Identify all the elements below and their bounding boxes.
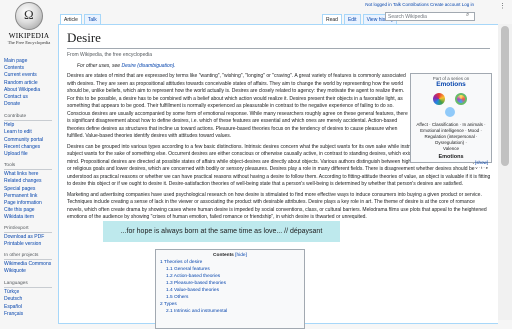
lang-french[interactable]: Français: [4, 311, 52, 318]
toc-item[interactable]: 1.1 General features: [166, 266, 300, 273]
nav-projects: In other projects Wikimedia Commons Wiki…: [4, 252, 52, 276]
nav-page-information[interactable]: Page information: [4, 200, 52, 207]
toc-item[interactable]: 2 Types: [160, 301, 300, 308]
nav-contact[interactable]: Contact us: [4, 94, 40, 101]
paragraph-3: Marketing and advertising companies have…: [67, 191, 487, 221]
nav-print: Print/export Download as PDF Printable v…: [4, 225, 52, 249]
nav-wikidata-item[interactable]: Wikidata item: [4, 214, 52, 221]
nav-community-portal[interactable]: Community portal: [4, 137, 52, 144]
more-menu-icon[interactable]: ⋮: [499, 2, 506, 10]
scrollbar-thumb[interactable]: [501, 26, 509, 166]
infobox-links-3[interactable]: Regulation (interpersonal · Dysregulatio…: [411, 134, 491, 146]
infobox-links-4[interactable]: Valence: [411, 146, 491, 152]
toc-item[interactable]: 1.2 Action-based theories: [166, 273, 300, 280]
page-title: Desire: [67, 30, 490, 49]
logo-tagline: The Free Encyclopedia: [7, 40, 51, 45]
nav-main-page[interactable]: Main page: [4, 58, 40, 65]
nav-what-links-here[interactable]: What links here: [4, 171, 52, 178]
emotion-wheel-image[interactable]: [433, 91, 469, 121]
nav-donate[interactable]: Donate: [4, 101, 40, 108]
nav-tools: Tools What links here Related changes Sp…: [4, 162, 52, 222]
infobox-vte[interactable]: v · t · e: [411, 165, 491, 170]
nav-download-pdf[interactable]: Download as PDF: [4, 234, 52, 241]
projects-heading: In other projects: [4, 252, 52, 261]
nav-contents[interactable]: Contents: [4, 65, 40, 72]
print-heading: Print/export: [4, 225, 52, 234]
nav-contribute: Contribute Help Learn to edit Community …: [4, 113, 52, 158]
search-icon[interactable]: ⌕: [466, 12, 475, 21]
namespace-tabs: Article Talk: [60, 14, 101, 25]
hatnote: For other uses, see Desire (disambiguati…: [77, 63, 490, 69]
nav-languages: Languages Türkçe Deutsch Español Françai…: [4, 280, 52, 318]
hatnote-link[interactable]: Desire (disambiguation).: [121, 63, 175, 69]
infobox-topic[interactable]: Emotions: [411, 81, 491, 88]
lang-german[interactable]: Deutsch: [4, 296, 52, 303]
nav-permanent-link[interactable]: Permanent link: [4, 193, 52, 200]
infobox-links[interactable]: Affect · Classification · In animals · E…: [411, 122, 491, 152]
wikipedia-logo[interactable]: Ω WIKIPEDIA The Free Encyclopedia: [4, 2, 54, 52]
search-input[interactable]: Search Wikipedia: [385, 12, 475, 21]
toc-item[interactable]: 1.5 Others: [166, 294, 300, 301]
toc-item[interactable]: 2.1 Intrinsic and instrumental: [166, 308, 300, 315]
contribute-heading: Contribute: [4, 113, 52, 122]
lead-text: Desires are states of mind that are expr…: [67, 73, 412, 141]
user-links[interactable]: Not logged in Talk Contributions Create …: [365, 2, 474, 7]
toc-title: Contents [hide]: [213, 253, 247, 258]
toc-item[interactable]: 1.4 Value-based theories: [166, 287, 300, 294]
nav-special-pages[interactable]: Special pages: [4, 186, 52, 193]
nav-wikiquote[interactable]: Wikiquote: [4, 268, 52, 275]
nav-main: Main page Contents Current events Random…: [4, 58, 40, 108]
nav-upload-file[interactable]: Upload file: [4, 151, 52, 158]
logo-wordmark: WIKIPEDIA: [8, 32, 50, 40]
globe-icon: Ω: [15, 2, 43, 30]
toc-item[interactable]: 1.3 Pleasure-based theories: [166, 280, 300, 287]
lang-spanish[interactable]: Español: [4, 304, 52, 311]
toc-hide-toggle[interactable]: [hide]: [235, 253, 247, 258]
nav-wikimedia-commons[interactable]: Wikimedia Commons: [4, 261, 52, 268]
table-of-contents: Contents [hide] 1 Theories of desire 1.1…: [155, 249, 305, 329]
paragraph-1: Desires are states of mind that are expr…: [67, 73, 408, 139]
page-subtitle: From Wikipedia, the free encyclopedia: [67, 52, 153, 58]
nav-related-changes[interactable]: Related changes: [4, 178, 52, 185]
languages-heading: Languages: [4, 280, 52, 289]
nav-printable-version[interactable]: Printable version: [4, 241, 52, 248]
infobox-emotions: Part of a series on Emotions Affect · Cl…: [410, 73, 492, 170]
nav-cite-this-page[interactable]: Cite this page: [4, 207, 52, 214]
tools-heading: Tools: [4, 162, 52, 171]
nav-current-events[interactable]: Current events: [4, 72, 40, 79]
hatnote-text: For other uses, see: [77, 63, 122, 69]
nav-help[interactable]: Help: [4, 122, 52, 129]
quote-overlay: ...for hope is always born at the same t…: [103, 221, 340, 242]
nav-learn-to-edit[interactable]: Learn to edit: [4, 129, 52, 136]
nav-recent-changes[interactable]: Recent changes: [4, 144, 52, 151]
vertical-scrollbar[interactable]: [498, 24, 512, 320]
lang-turkish[interactable]: Türkçe: [4, 289, 52, 296]
toc-item[interactable]: 1 Theories of desire: [160, 259, 300, 266]
sidebar: Ω WIKIPEDIA The Free Encyclopedia Main p…: [0, 0, 58, 320]
nav-about[interactable]: About Wikipedia: [4, 87, 40, 94]
nav-random-article[interactable]: Random article: [4, 80, 40, 87]
